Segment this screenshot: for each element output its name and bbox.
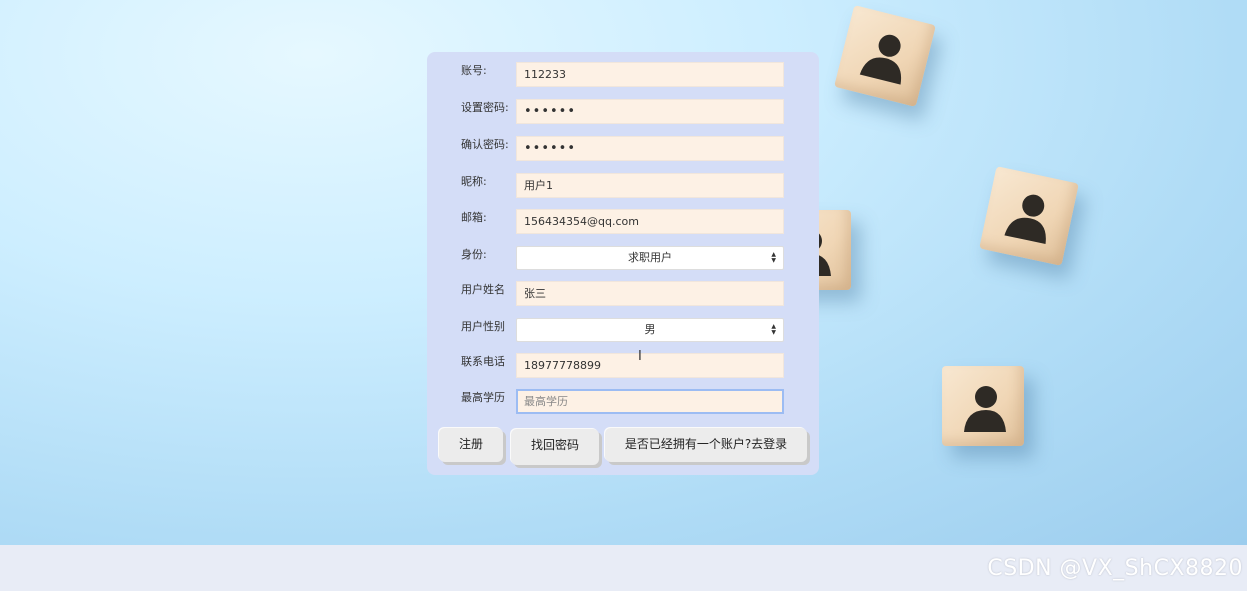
identity-label: 身份: <box>461 248 487 261</box>
person-icon <box>1004 194 1046 245</box>
person-cube <box>942 366 1024 446</box>
account-input[interactable]: 112233 <box>516 62 784 87</box>
name-input[interactable]: 张三 <box>516 281 784 306</box>
person-cube <box>834 5 936 107</box>
identity-row: 身份: 求职用户 ▲ ▼ <box>427 246 819 273</box>
register-form: 账号: 112233 设置密码: •••••• 确认密码: •••••• 昵称:… <box>427 52 819 475</box>
account-row: 账号: 112233 <box>427 62 819 89</box>
go-login-button[interactable]: 是否已经拥有一个账户?去登录 <box>605 428 807 462</box>
confirm-password-row: 确认密码: •••••• <box>427 136 819 163</box>
confirm-password-input[interactable]: •••••• <box>516 136 784 161</box>
person-icon <box>859 34 902 85</box>
recover-password-button[interactable]: 找回密码 <box>511 429 599 465</box>
education-label: 最高学历 <box>461 391 505 404</box>
name-label: 用户姓名 <box>461 283 505 296</box>
phone-input[interactable]: 18977778899 <box>516 353 784 378</box>
confirm-password-label: 确认密码: <box>461 138 509 151</box>
identity-select[interactable]: 求职用户 ▲ ▼ <box>516 246 784 270</box>
gender-value: 男 <box>644 323 656 336</box>
person-icon <box>964 386 1006 432</box>
nickname-label: 昵称: <box>461 175 487 188</box>
nickname-input[interactable]: 用户1 <box>516 173 784 198</box>
education-row: 最高学历 最高学历 <box>427 389 819 416</box>
gender-label: 用户性别 <box>461 320 505 333</box>
email-input[interactable]: 156434354@qq.com <box>516 209 784 234</box>
email-row: 邮箱: 156434354@qq.com <box>427 209 819 236</box>
education-input[interactable]: 最高学历 <box>516 389 784 414</box>
password-input[interactable]: •••••• <box>516 99 784 124</box>
password-row: 设置密码: •••••• <box>427 99 819 126</box>
register-button[interactable]: 注册 <box>439 428 503 462</box>
text-cursor-icon: I <box>638 349 642 364</box>
password-label: 设置密码: <box>461 101 509 114</box>
email-label: 邮箱: <box>461 211 487 224</box>
updown-arrow-icon: ▲ ▼ <box>771 323 776 336</box>
name-row: 用户姓名 张三 <box>427 281 819 308</box>
phone-row: 联系电话 18977778899 <box>427 353 819 380</box>
phone-label: 联系电话 <box>461 355 505 368</box>
nickname-row: 昵称: 用户1 <box>427 173 819 200</box>
identity-value: 求职用户 <box>628 251 672 264</box>
gender-row: 用户性别 男 ▲ ▼ <box>427 318 819 345</box>
updown-arrow-icon: ▲ ▼ <box>771 251 776 264</box>
watermark: CSDN @VX_ShCX8820 <box>987 556 1243 581</box>
person-cube <box>979 166 1079 266</box>
account-label: 账号: <box>461 64 487 77</box>
gender-select[interactable]: 男 ▲ ▼ <box>516 318 784 342</box>
